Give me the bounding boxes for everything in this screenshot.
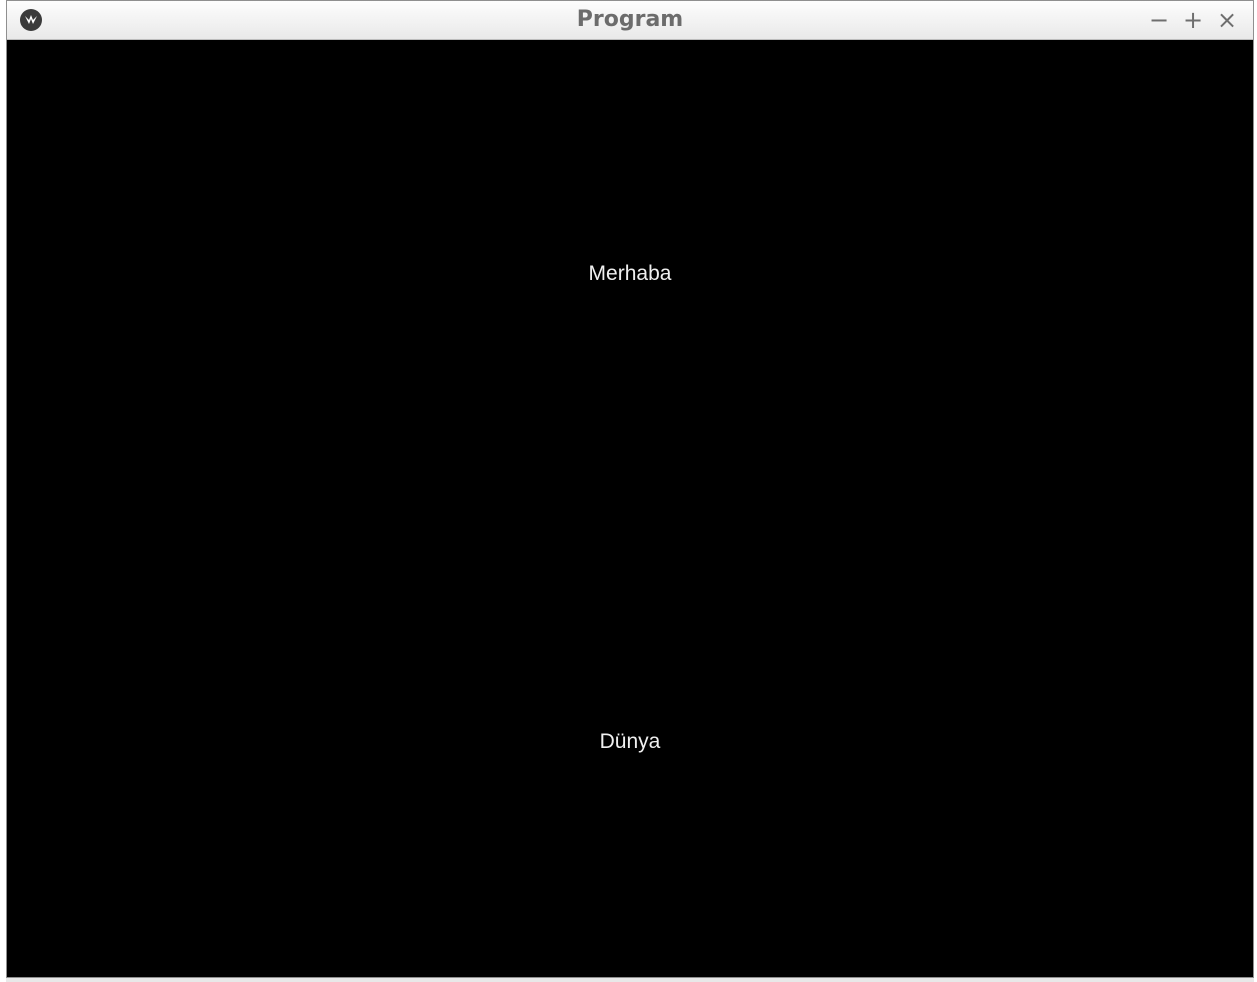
maximize-button[interactable]: + — [1179, 6, 1207, 34]
label-dunya: Dünya — [599, 730, 661, 753]
window-title: Program — [576, 7, 684, 32]
label-merhaba: Merhaba — [588, 262, 672, 285]
window-content: Merhaba Dünya — [7, 40, 1253, 977]
app-window: Program − + × Merhaba Dünya — [6, 0, 1254, 978]
close-button[interactable]: × — [1213, 6, 1241, 34]
window-bottom-edge — [6, 978, 1254, 982]
title-bar[interactable]: Program − + × — [7, 1, 1253, 40]
minimize-button[interactable]: − — [1145, 6, 1173, 34]
window-controls: − + × — [1145, 1, 1241, 39]
